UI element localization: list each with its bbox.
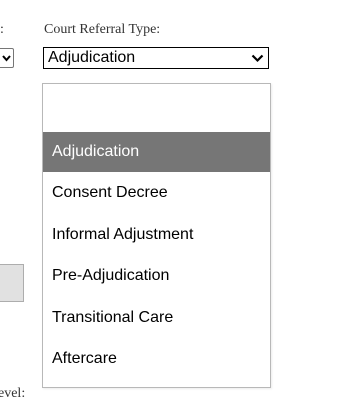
court-referral-type-select[interactable]: Adjudication <box>43 47 269 69</box>
partial-select[interactable] <box>0 48 14 68</box>
option-aftercare[interactable]: Aftercare <box>43 339 270 379</box>
option-transitional-care[interactable]: Transitional Care <box>43 298 270 338</box>
chevron-down-icon <box>246 54 268 63</box>
partial-field-label: : <box>0 22 4 37</box>
option-pre-adjudication[interactable]: Pre-Adjudication <box>43 256 270 296</box>
select-current-value: Adjudication <box>48 49 136 66</box>
court-referral-type-label: Court Referral Type: <box>44 22 161 37</box>
court-referral-type-options: Adjudication Consent Decree Informal Adj… <box>42 83 271 388</box>
partial-button[interactable] <box>0 264 24 302</box>
partial-field-label-level: evel: <box>0 386 26 401</box>
option-adjudication[interactable]: Adjudication <box>43 132 270 172</box>
option-blank[interactable] <box>43 84 270 124</box>
option-consent-decree[interactable]: Consent Decree <box>43 173 270 213</box>
option-informal-adjustment[interactable]: Informal Adjustment <box>43 215 270 255</box>
chevron-down-icon <box>2 54 11 62</box>
